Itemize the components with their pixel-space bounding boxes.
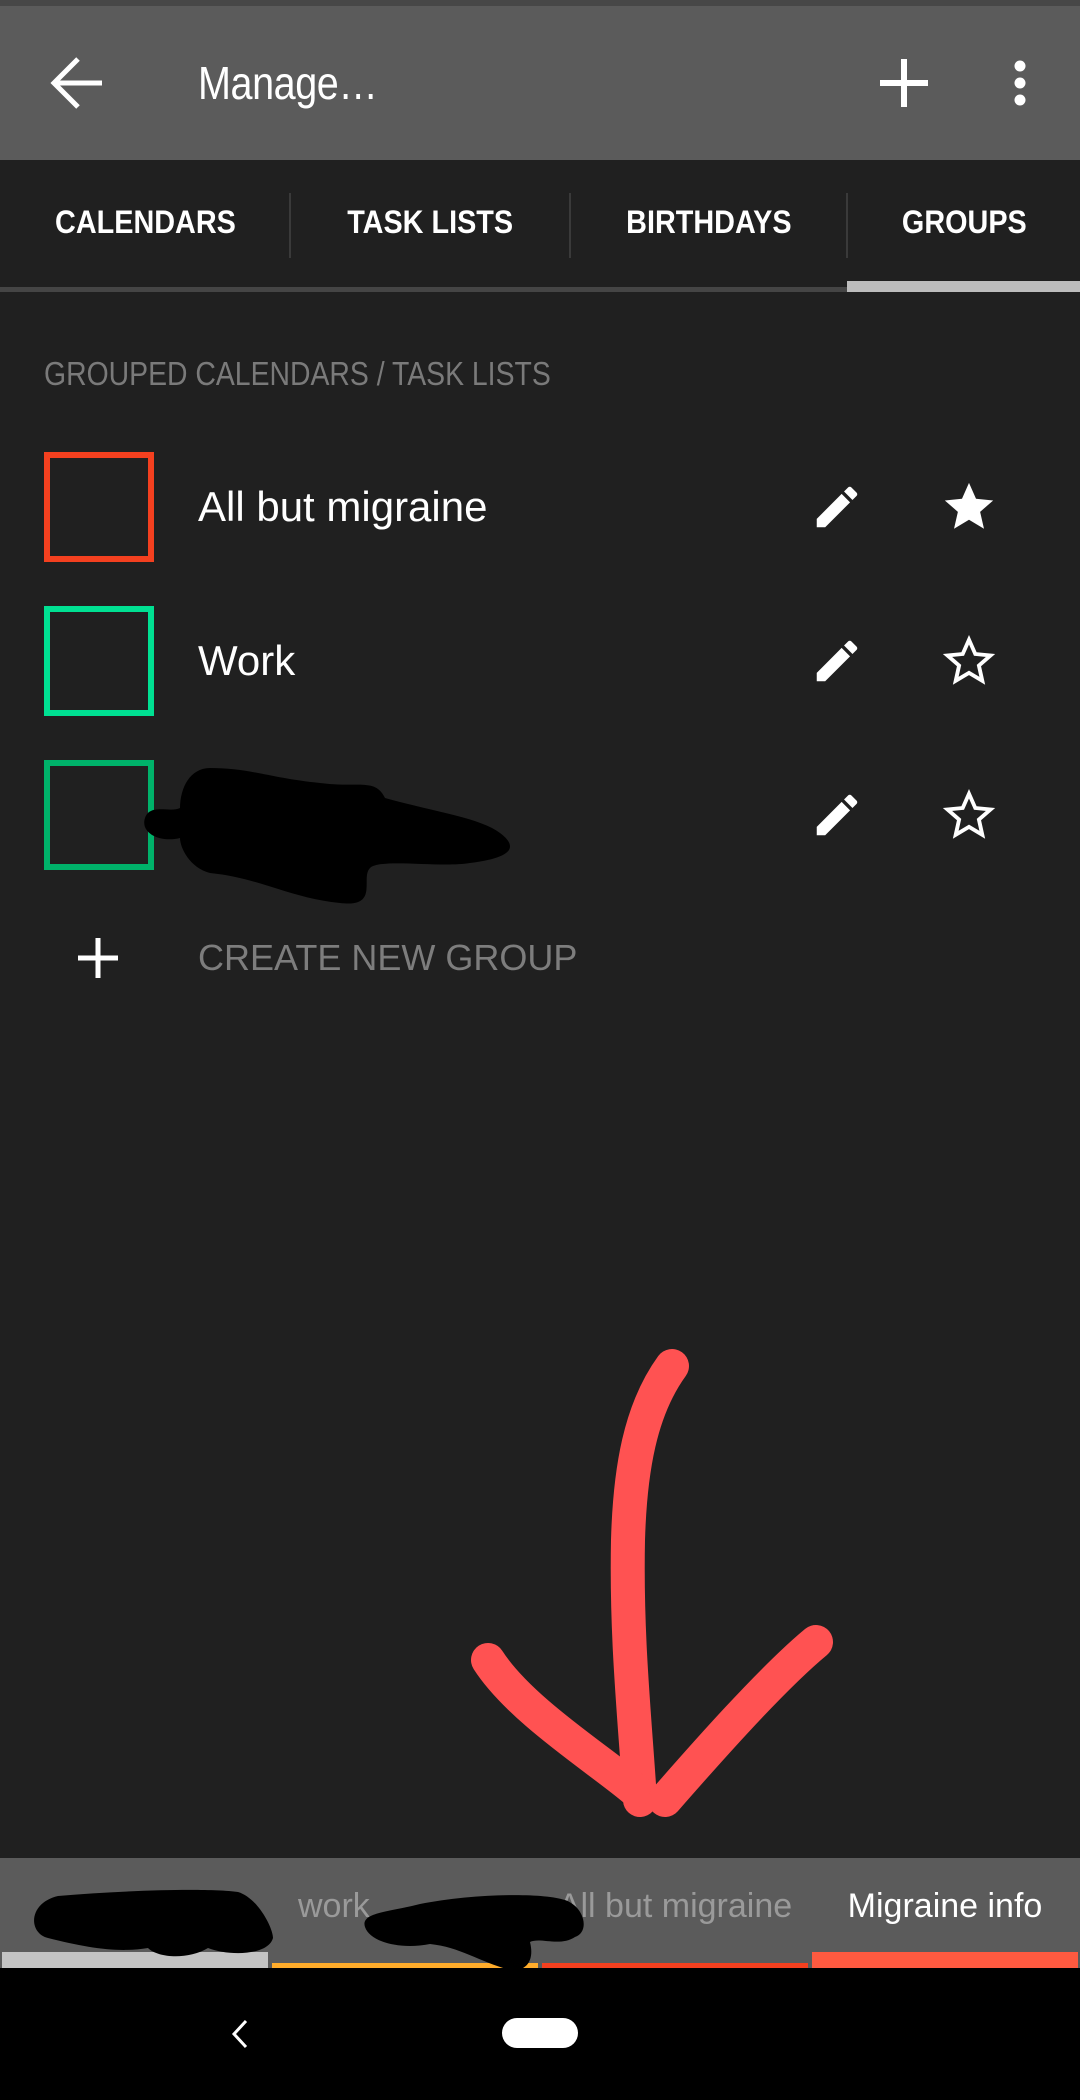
group-row[interactable]: All but migraine xyxy=(0,452,1080,606)
group-name: Work xyxy=(198,637,296,684)
create-new-group-button[interactable]: CREATE NEW GROUP xyxy=(0,910,1080,1006)
star-outline-icon xyxy=(942,634,996,685)
overflow-menu-button[interactable] xyxy=(980,6,1060,160)
plus-icon xyxy=(78,938,118,978)
bottom-tab-active[interactable]: Migraine info xyxy=(812,1858,1078,1968)
tab-groups[interactable]: GROUPS xyxy=(848,160,1080,285)
tab-label: TASK LISTS xyxy=(347,204,514,240)
bottom-tab-label: Migraine info xyxy=(847,1887,1043,1925)
pencil-icon xyxy=(816,486,858,528)
favorite-toggle[interactable] xyxy=(914,606,1024,716)
group-color-box[interactable] xyxy=(44,452,154,562)
group-row[interactable]: Work xyxy=(0,606,1080,760)
arrow-back-icon xyxy=(50,57,102,109)
more-vert-icon xyxy=(1014,60,1026,106)
tab-label: GROUPS xyxy=(901,204,1027,240)
home-pill-icon[interactable] xyxy=(502,2018,578,2048)
tab-bar: CALENDARS TASK LISTS BIRTHDAYS GROUPS xyxy=(0,160,1080,292)
page-title: Manage… xyxy=(198,57,378,109)
create-new-group-label: CREATE NEW GROUP xyxy=(198,937,578,978)
annotation-arrow xyxy=(471,1349,833,1817)
group-color-box[interactable] xyxy=(44,606,154,716)
favorite-toggle[interactable] xyxy=(914,452,1024,562)
tab-birthdays[interactable]: BIRTHDAYS xyxy=(571,160,847,285)
edit-group-button[interactable] xyxy=(782,760,892,870)
star-filled-icon xyxy=(944,482,994,529)
app-toolbar: Manage… xyxy=(0,6,1080,160)
pencil-icon xyxy=(816,640,858,682)
redaction-scribble xyxy=(364,1895,584,1971)
active-tab-indicator xyxy=(847,281,1080,292)
redaction-scribble xyxy=(144,768,511,904)
tab-label: CALENDARS xyxy=(54,204,236,240)
bottom-calendar-tabs: work All but migraine Migraine info xyxy=(0,1858,1080,1971)
edit-group-button[interactable] xyxy=(782,606,892,716)
section-header: GROUPED CALENDARS / TASK LISTS xyxy=(44,355,551,392)
tab-label: BIRTHDAYS xyxy=(626,204,792,240)
add-button[interactable] xyxy=(858,6,950,160)
group-row[interactable] xyxy=(0,760,1080,914)
hand-drawn-arrow-icon xyxy=(471,1349,833,1817)
system-nav-bar xyxy=(0,1968,1080,2100)
bottom-tab-indicator xyxy=(812,1952,1078,1968)
tab-calendars[interactable]: CALENDARS xyxy=(0,160,290,285)
redaction-scribble xyxy=(34,1889,273,1957)
edit-group-button[interactable] xyxy=(782,452,892,562)
favorite-toggle[interactable] xyxy=(914,760,1024,870)
nav-back-button[interactable] xyxy=(200,1998,280,2070)
tab-task-lists[interactable]: TASK LISTS xyxy=(291,160,570,285)
add-group-icon-wrap xyxy=(60,910,136,1006)
star-outline-icon xyxy=(942,788,996,839)
plus-icon xyxy=(880,59,928,107)
group-name: All but migraine xyxy=(198,483,488,530)
pencil-icon xyxy=(816,794,858,836)
group-color-box[interactable] xyxy=(44,760,154,870)
back-button[interactable] xyxy=(30,6,122,160)
nav-back-icon xyxy=(231,2019,248,2049)
